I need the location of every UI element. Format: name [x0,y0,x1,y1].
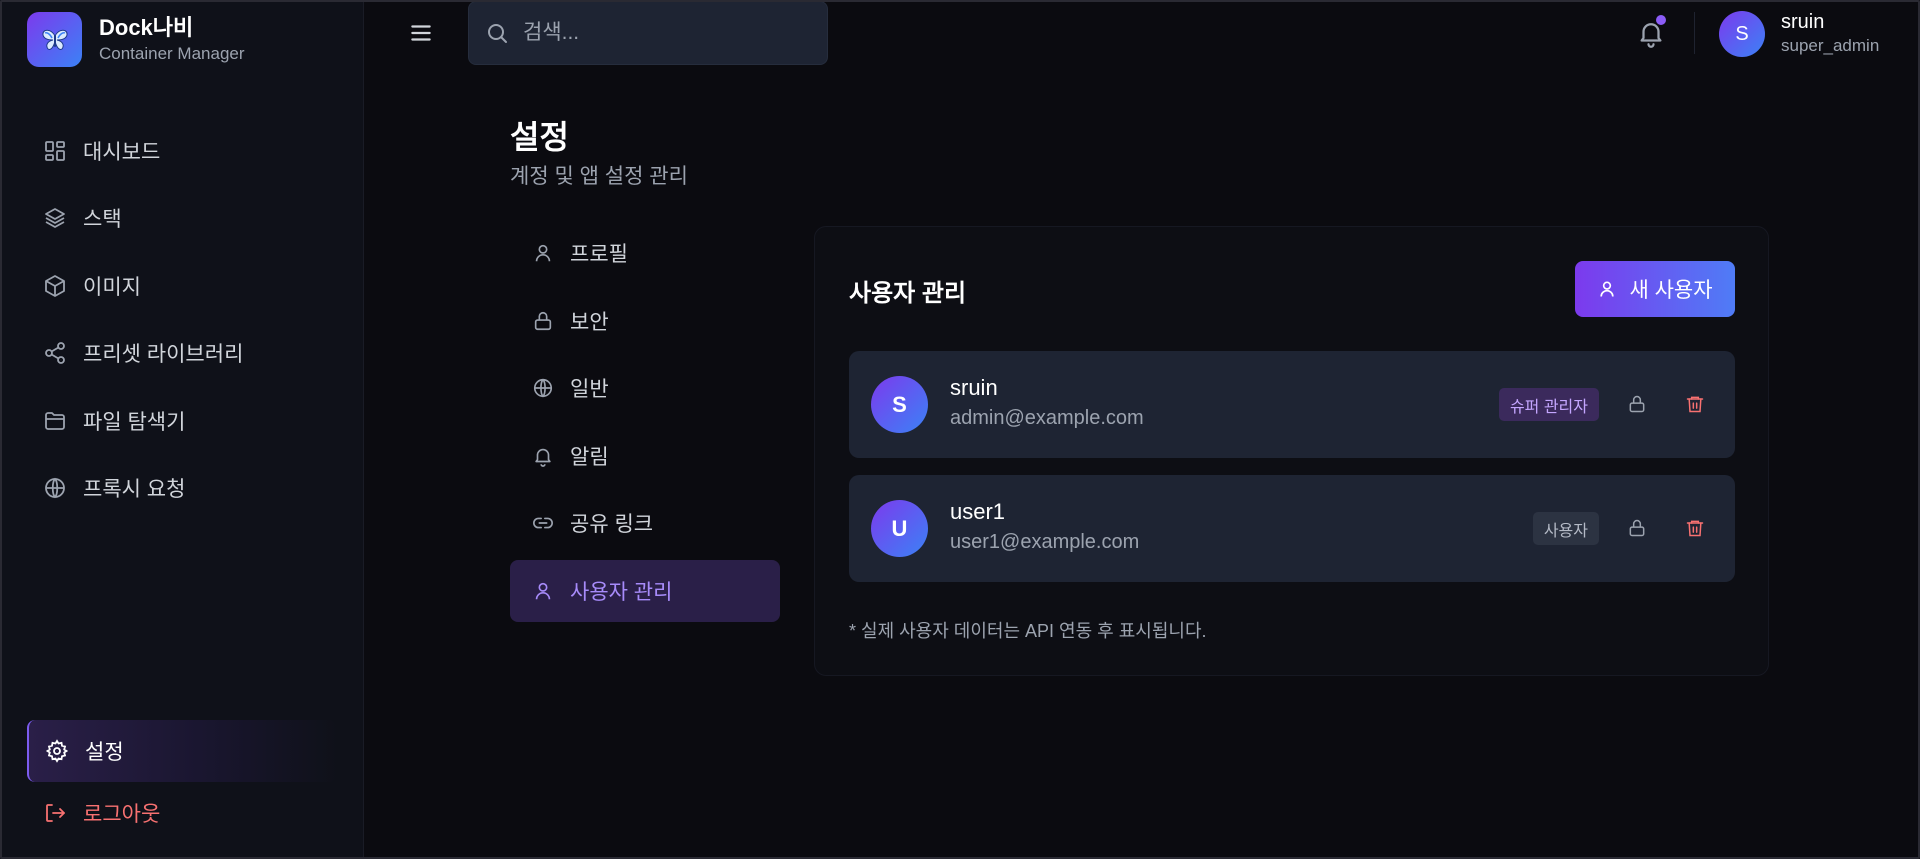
settings-tab-label: 일반 [570,378,609,401]
sidebar-item-label: 대시보드 [83,140,161,164]
sidebar-nav: 대시보드 스택 이미지 프리셋 라이브러리 파일 탐색기 프록시 요청 [27,117,337,522]
globe-icon [45,477,65,499]
page-title: 설정 [510,119,569,155]
sidebar: Dock나비 Container Manager 대시보드 스택 이미지 프리셋… [0,0,364,859]
list-item: U user1 user1@example.com 사용자 [849,475,1735,582]
settings-tab-label: 공유 링크 [570,513,654,536]
lock-icon[interactable] [1627,518,1647,538]
settings-tab-label: 알림 [570,445,609,469]
settings-tab-user-management[interactable]: 사용자 관리 [510,559,780,622]
logout-label: 로그아웃 [83,803,161,826]
link-icon [533,517,553,529]
settings-tab-label: 보안 [570,310,609,334]
list-item: S sruin admin@example.com 슈퍼 관리자 [849,351,1735,458]
user-name: sruin [1781,11,1825,33]
new-user-button[interactable]: 새 사용자 [1575,261,1735,317]
app-name: Dock나비 [99,14,194,40]
search-bar[interactable] [468,1,828,65]
logout-button[interactable]: 로그아웃 [27,782,337,844]
user-menu[interactable]: S sruin super_admin [1719,10,1879,58]
user-name: user1 [950,499,1006,524]
box-icon [45,274,65,297]
page-subtitle: 계정 및 앱 설정 관리 [510,165,688,188]
notification-dot [1656,15,1666,25]
folder-icon [45,411,65,430]
layers-icon [45,208,65,229]
lock-icon [534,311,552,330]
settings-tab-notifications[interactable]: 알림 [510,425,780,487]
user-name: sruin [950,375,998,400]
user-role: super_admin [1781,36,1880,55]
gear-icon [45,739,69,763]
sidebar-item-label: 이미지 [83,275,141,299]
sidebar-item-label: 프록시 요청 [83,478,186,502]
new-user-label: 새 사용자 [1629,279,1713,302]
user-icon [535,244,551,262]
globe-icon [533,378,553,398]
user-email: admin@example.com [950,407,1144,429]
trash-icon[interactable] [1685,394,1705,414]
bell-icon [535,448,551,467]
sidebar-item-dashboard[interactable]: 대시보드 [27,117,337,185]
sidebar-item-stacks[interactable]: 스택 [27,185,337,253]
settings-tab-general[interactable]: 일반 [510,357,780,419]
user-list: S sruin admin@example.com 슈퍼 관리자 U user1… [849,351,1735,599]
dashboard-icon [45,140,65,161]
butterfly-logo-icon [27,12,82,67]
sidebar-item-label: 파일 탐색기 [83,410,186,434]
divider [1694,12,1695,54]
sidebar-item-proxy-requests[interactable]: 프록시 요청 [27,455,337,523]
search-input[interactable] [523,21,803,45]
user-icon [1600,281,1615,297]
sidebar-item-label: 설정 [85,741,124,764]
card-title: 사용자 관리 [849,280,967,307]
share-icon [45,342,65,365]
lock-icon[interactable] [1627,394,1647,414]
logout-icon [46,804,65,822]
sidebar-item-label: 스택 [83,208,122,232]
sidebar-item-images[interactable]: 이미지 [27,252,337,320]
settings-nav: 프로필 보안 일반 알림 공유 링크 사용자 관리 [510,222,780,627]
settings-tab-label: 사용자 관리 [570,580,673,604]
role-badge: 사용자 [1532,512,1599,545]
user-management-card: 사용자 관리 새 사용자 S sruin admin@example.com 슈… [814,226,1769,676]
search-icon [488,24,507,43]
trash-icon[interactable] [1685,518,1705,538]
settings-tab-share-links[interactable]: 공유 링크 [510,492,780,554]
settings-tab-label: 프로필 [570,243,628,266]
settings-tab-profile[interactable]: 프로필 [510,222,780,284]
app-subtitle: Container Manager [99,43,245,63]
menu-toggle-icon[interactable] [408,20,434,46]
settings-tab-security[interactable]: 보안 [510,290,780,352]
sidebar-item-preset-library[interactable]: 프리셋 라이브러리 [27,320,337,388]
role-badge: 슈퍼 관리자 [1498,388,1599,421]
sidebar-item-file-explorer[interactable]: 파일 탐색기 [27,387,337,455]
api-note: * 실제 사용자 데이터는 API 연동 후 표시됩니다. [849,621,1207,641]
sidebar-item-label: 프리셋 라이브러리 [83,343,244,367]
user-email: user1@example.com [950,531,1140,553]
avatar: S [1719,11,1765,57]
sidebar-item-settings[interactable]: 설정 [27,720,337,782]
avatar: U [871,500,928,557]
sidebar-bottom: 설정 로그아웃 [27,720,337,844]
brand[interactable]: Dock나비 Container Manager [27,12,245,67]
user-icon [535,582,551,599]
avatar: S [871,376,928,433]
